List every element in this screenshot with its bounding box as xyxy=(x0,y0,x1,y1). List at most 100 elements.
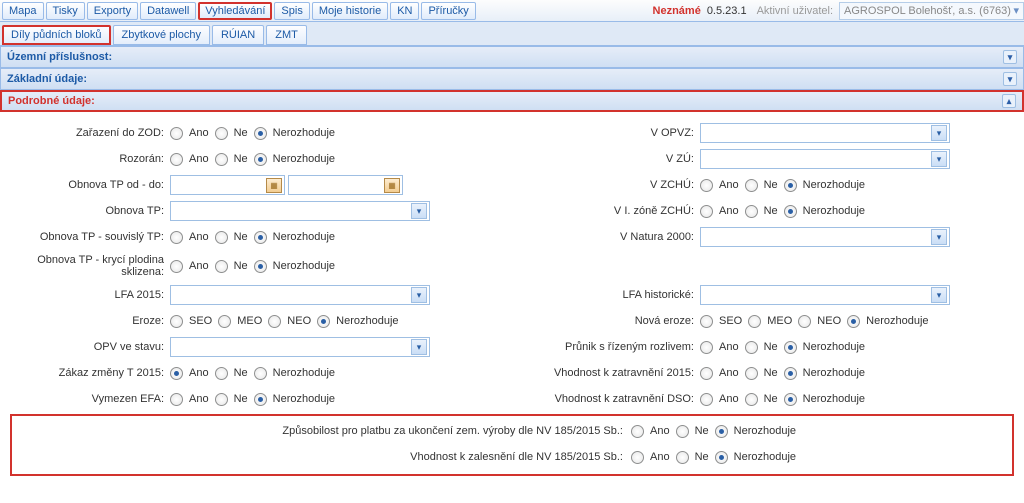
subtab-dily-pudnich-bloku[interactable]: Díly půdních bloků xyxy=(2,25,111,45)
radio-ne[interactable] xyxy=(676,451,689,464)
radio-nerozhoduje[interactable] xyxy=(784,205,797,218)
radio-ano[interactable] xyxy=(170,153,183,166)
expand-icon[interactable]: ▾ xyxy=(1003,72,1017,86)
radio-ne[interactable] xyxy=(745,367,758,380)
date-from-input[interactable]: ▦ xyxy=(170,175,285,195)
radio-ano[interactable] xyxy=(170,231,183,244)
radio-nerozhoduje[interactable] xyxy=(254,153,267,166)
radios-vymezen-efa: Ano Ne Nerozhoduje xyxy=(170,393,335,406)
select-opv-ve-stavu[interactable]: ▾ xyxy=(170,337,430,357)
radio-neo[interactable] xyxy=(268,315,281,328)
subtab-ruian[interactable]: RÚIAN xyxy=(212,25,264,45)
radio-ne[interactable] xyxy=(745,393,758,406)
tab-kn[interactable]: KN xyxy=(390,2,419,20)
tab-exporty[interactable]: Exporty xyxy=(87,2,138,20)
radio-ano[interactable] xyxy=(700,393,713,406)
radio-ano[interactable] xyxy=(631,425,644,438)
tab-prirucky[interactable]: Příručky xyxy=(421,2,475,20)
radio-ne[interactable] xyxy=(215,231,228,244)
radios-rozoran: Ano Ne Nerozhoduje xyxy=(170,153,335,166)
radio-ano[interactable] xyxy=(700,205,713,218)
radio-nerozhoduje[interactable] xyxy=(715,425,728,438)
section-zakladni-udaje[interactable]: Základní údaje: ▾ xyxy=(0,68,1024,90)
chevron-down-icon: ▾ xyxy=(411,339,427,355)
radio-ne[interactable] xyxy=(676,425,689,438)
calendar-icon: ▦ xyxy=(384,178,400,193)
radio-ne[interactable] xyxy=(745,205,758,218)
expand-icon[interactable]: ▾ xyxy=(1003,50,1017,64)
radio-meo[interactable] xyxy=(218,315,231,328)
select-obnova-tp[interactable]: ▾ xyxy=(170,201,430,221)
select-lfa-2015[interactable]: ▾ xyxy=(170,285,430,305)
select-v-zu[interactable]: ▾ xyxy=(700,149,950,169)
radios-kryci-plodina: Ano Ne Nerozhoduje xyxy=(170,260,335,273)
radio-nerozhoduje[interactable] xyxy=(254,231,267,244)
radio-seo[interactable] xyxy=(170,315,183,328)
radio-ne[interactable] xyxy=(215,367,228,380)
label-v-zchu: V ZCHÚ: xyxy=(480,179,700,191)
version-text: 0.5.23.1 xyxy=(707,5,747,17)
label-lfa-2015: LFA 2015: xyxy=(10,289,170,301)
chevron-down-icon: ▾ xyxy=(931,229,947,245)
radio-nerozhoduje[interactable] xyxy=(254,260,267,273)
radio-ano[interactable] xyxy=(700,367,713,380)
radio-meo[interactable] xyxy=(748,315,761,328)
app-root: Mapa Tisky Exporty Datawell Vyhledávání … xyxy=(0,0,1024,484)
chevron-down-icon: ▾ xyxy=(1013,4,1019,17)
radio-nerozhoduje[interactable] xyxy=(715,451,728,464)
radio-nerozhoduje[interactable] xyxy=(784,367,797,380)
date-to-input[interactable]: ▦ xyxy=(288,175,403,195)
tab-mapa[interactable]: Mapa xyxy=(2,2,44,20)
label-zarazeni-zod: Zařazení do ZOD: xyxy=(10,127,170,139)
radios-prunik-rozliv: Ano Ne Nerozhoduje xyxy=(700,341,865,354)
label-v-i-zone-zchu: V I. zóně ZCHÚ: xyxy=(480,205,700,217)
radio-ne[interactable] xyxy=(745,179,758,192)
tab-datawell[interactable]: Datawell xyxy=(140,2,196,20)
label-zpusobilost-platba: Způsobilost pro platbu za ukončení zem. … xyxy=(16,425,631,437)
radio-nerozhoduje[interactable] xyxy=(254,127,267,140)
radio-nerozhoduje[interactable] xyxy=(254,367,267,380)
radio-ne[interactable] xyxy=(215,393,228,406)
radio-ne[interactable] xyxy=(745,341,758,354)
radio-nerozhoduje[interactable] xyxy=(784,179,797,192)
section-uzemni-prislusnost[interactable]: Územní příslušnost: ▾ xyxy=(0,46,1024,68)
label-vhodnost-dso: Vhodnost k zatravnění DSO: xyxy=(480,393,700,405)
label-vhodnost-2015: Vhodnost k zatravnění 2015: xyxy=(480,367,700,379)
section-podrobne-udaje[interactable]: Podrobné údaje: ▴ xyxy=(0,90,1024,112)
radio-ano[interactable] xyxy=(170,260,183,273)
radio-ne[interactable] xyxy=(215,260,228,273)
radio-ano[interactable] xyxy=(170,393,183,406)
radio-nerozhoduje[interactable] xyxy=(254,393,267,406)
subtab-zmt[interactable]: ZMT xyxy=(266,25,307,45)
tab-tisky[interactable]: Tisky xyxy=(46,2,85,20)
tab-vyhledavani[interactable]: Vyhledávání xyxy=(198,2,272,20)
radio-ano[interactable] xyxy=(700,179,713,192)
radio-ano[interactable] xyxy=(170,127,183,140)
radio-neo[interactable] xyxy=(798,315,811,328)
radio-ne[interactable] xyxy=(215,153,228,166)
label-v-zu: V ZÚ: xyxy=(480,153,700,165)
select-v-natura-2000[interactable]: ▾ xyxy=(700,227,950,247)
collapse-icon[interactable]: ▴ xyxy=(1002,94,1016,108)
tab-moje-historie[interactable]: Moje historie xyxy=(312,2,388,20)
radio-ano[interactable] xyxy=(700,341,713,354)
radio-nerozhoduje[interactable] xyxy=(847,315,860,328)
section-title: Podrobné údaje: xyxy=(8,95,95,107)
radio-nerozhoduje[interactable] xyxy=(784,341,797,354)
active-user-select[interactable]: AGROSPOL Bolehošť, a.s. (6763) ▾ xyxy=(839,2,1024,20)
radio-ano[interactable] xyxy=(631,451,644,464)
label-v-natura-2000: V Natura 2000: xyxy=(480,231,700,243)
radio-label: Nerozhoduje xyxy=(273,127,335,139)
tab-spis[interactable]: Spis xyxy=(274,2,309,20)
subtab-zbytkove-plochy[interactable]: Zbytkové plochy xyxy=(113,25,210,45)
radio-seo[interactable] xyxy=(700,315,713,328)
radio-nerozhoduje[interactable] xyxy=(784,393,797,406)
select-lfa-historicke[interactable]: ▾ xyxy=(700,285,950,305)
active-user-value: AGROSPOL Bolehošť, a.s. (6763) xyxy=(844,5,1011,17)
radio-ano[interactable] xyxy=(170,367,183,380)
label-kryci-plodina: Obnova TP - krycí plodina sklizena: xyxy=(10,254,170,278)
top-toolbar: Mapa Tisky Exporty Datawell Vyhledávání … xyxy=(0,0,1024,22)
select-v-opvz[interactable]: ▾ xyxy=(700,123,950,143)
radio-ne[interactable] xyxy=(215,127,228,140)
radio-nerozhoduje[interactable] xyxy=(317,315,330,328)
